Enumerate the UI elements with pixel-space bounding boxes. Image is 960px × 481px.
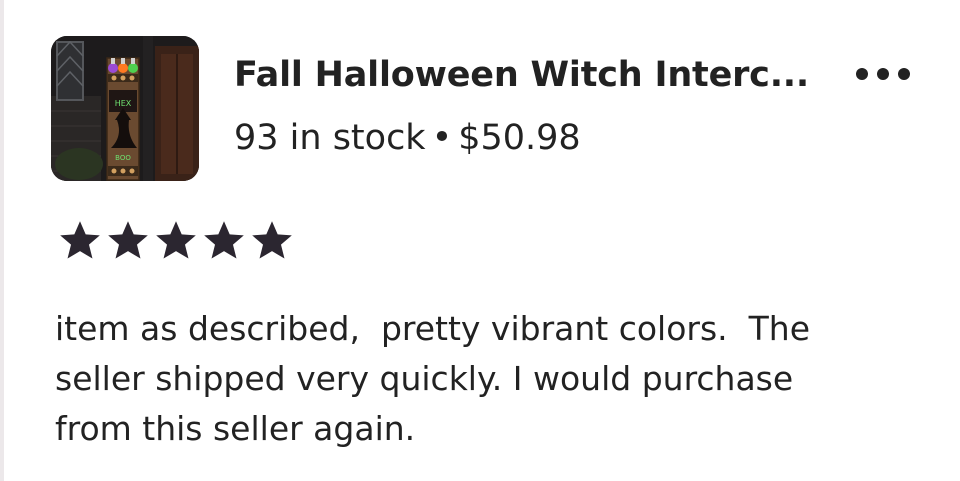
more-horizontal-icon — [856, 68, 868, 80]
star-icon — [156, 221, 196, 259]
more-horizontal-icon-dot — [877, 68, 889, 80]
review-text: item as described, pretty vibrant colors… — [55, 309, 811, 448]
star-icon — [252, 221, 292, 259]
more-options-button[interactable] — [850, 60, 916, 88]
review-card: HEX BOO Fall Halloween Witch Interc... 9… — [0, 0, 960, 481]
listing-title[interactable]: Fall Halloween Witch Interc... — [234, 55, 809, 95]
listing-price: $50.98 — [458, 118, 581, 158]
stock-count: 93 in stock — [234, 118, 426, 158]
star-icon — [108, 221, 148, 259]
star-icon — [204, 221, 244, 259]
svg-text:BOO: BOO — [115, 154, 131, 162]
star-icon — [60, 221, 100, 259]
meta-separator: • — [431, 118, 453, 158]
listing-meta: 93 in stock • $50.98 — [234, 118, 581, 158]
more-horizontal-icon-dot — [898, 68, 910, 80]
product-photo: HEX BOO — [51, 36, 199, 181]
svg-text:HEX: HEX — [115, 99, 132, 108]
star-rating — [57, 218, 295, 262]
product-thumbnail[interactable]: HEX BOO — [51, 36, 199, 181]
